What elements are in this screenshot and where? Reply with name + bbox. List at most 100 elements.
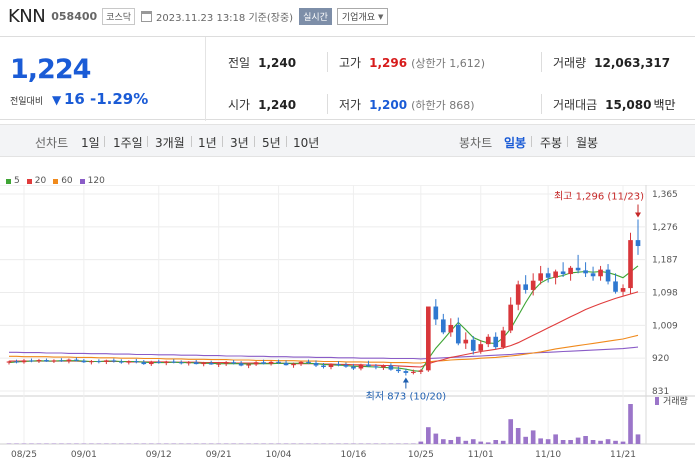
candle-body: [74, 359, 79, 361]
volume-bar: [545, 439, 551, 444]
x-tick-label: 10/25: [408, 450, 434, 460]
stat-open: 시가 1,240: [228, 96, 296, 113]
stat-value: 1,200: [369, 98, 408, 112]
period-3y[interactable]: 3년: [230, 134, 249, 151]
volume-bar: [448, 440, 454, 444]
volume-bar: [628, 404, 633, 444]
volume-bar: [530, 430, 536, 444]
stat-value: 1,240: [258, 98, 297, 112]
x-tick-label: 11/21: [610, 450, 636, 460]
stat-label: 거래대금: [553, 98, 598, 112]
candle-body: [583, 270, 588, 274]
candle-body: [590, 273, 596, 277]
stat-volume: 거래량 12,063,317: [553, 54, 670, 71]
candle-body: [628, 240, 633, 289]
divider: [191, 136, 192, 147]
volume-bar: [553, 434, 558, 444]
chart-toolbar: 선차트 1일 1주일 3개월 1년 3년 5년 10년 봉차트 일봉 주봉 월봉: [0, 124, 695, 157]
chart-grid: [0, 185, 695, 467]
candle-body: [231, 362, 236, 364]
period-10y[interactable]: 10년: [293, 134, 319, 151]
current-price-box: 1,224 전일대비 ▼ 16 -1.29%: [0, 37, 206, 121]
down-arrow-icon: ▼: [52, 93, 62, 107]
period-1y[interactable]: 1년: [198, 134, 217, 151]
candle-body: [560, 271, 566, 275]
high-annotation: 최고 1,296 (11/23): [554, 190, 644, 202]
candle-body: [261, 362, 266, 364]
divider: [327, 94, 328, 114]
low-annotation: 최저 873 (10/20): [366, 391, 447, 403]
candle-body: [141, 362, 147, 365]
candle-body: [253, 362, 259, 365]
lower-limit: (하한가 868): [411, 99, 475, 112]
candle-body: [470, 339, 476, 351]
candle-daily[interactable]: 일봉: [504, 134, 526, 151]
x-tick-label: 09/21: [206, 450, 232, 460]
x-tick-label: 09/12: [146, 450, 172, 460]
candle-body: [440, 319, 446, 333]
stat-high: 고가 1,296 (상한가 1,612): [339, 54, 485, 71]
y-tick-label: 920: [652, 354, 669, 364]
volume-bar: [508, 419, 514, 444]
candle-body: [104, 360, 109, 362]
stat-label: 전일: [228, 56, 251, 70]
change-value: 16: [64, 90, 85, 108]
candle-body: [351, 366, 356, 369]
candle-body: [283, 362, 289, 366]
candle-body: [448, 324, 454, 333]
candle-body: [201, 362, 207, 365]
candle-body: [223, 362, 229, 364]
candle-body: [238, 363, 244, 366]
candle-body: [343, 364, 349, 367]
candle-body: [51, 360, 57, 362]
candle-weekly[interactable]: 주봉: [540, 134, 562, 151]
candle-body: [313, 362, 319, 366]
company-overview-dropdown[interactable]: 기업개요 ▼: [336, 8, 389, 25]
period-3m[interactable]: 3개월: [155, 134, 185, 151]
candle-body: [388, 365, 394, 370]
volume-bar: [515, 428, 521, 444]
stat-prev-close: 전일 1,240: [228, 54, 296, 71]
candle-monthly[interactable]: 월봉: [576, 134, 598, 151]
candle-body: [186, 362, 192, 364]
candle-body: [171, 361, 177, 363]
candlestick-chart[interactable]: 거래량 1,3651,2761,1871,0981,009920831 08/2…: [0, 185, 695, 467]
market-badge: 코스닥: [102, 8, 136, 25]
stat-label: 시가: [228, 98, 251, 112]
candle-body: [148, 361, 154, 365]
volume-bar: [613, 440, 618, 444]
stat-label: 저가: [339, 98, 362, 112]
candle-body: [268, 361, 274, 364]
stat-amount: 거래대금 15,080 백만: [553, 96, 676, 113]
volume-bar: [470, 439, 476, 444]
period-1w[interactable]: 1주일: [113, 134, 143, 151]
period-5y[interactable]: 5년: [262, 134, 281, 151]
volume-bar: [426, 427, 431, 444]
line-chart-label: 선차트: [35, 136, 69, 150]
upper-limit: (상한가 1,612): [411, 57, 485, 70]
candle-body: [485, 336, 491, 345]
volume-bar: [605, 439, 611, 444]
candle-body: [216, 363, 221, 365]
candle-body: [336, 364, 341, 366]
volume-bar: [493, 440, 499, 444]
candle-body: [119, 361, 124, 363]
volume-bar: [440, 439, 446, 444]
candle-body: [605, 269, 611, 282]
candle-body: [523, 284, 528, 290]
candle-body: [291, 363, 296, 366]
period-1d[interactable]: 1일: [81, 134, 100, 151]
volume-bar: [485, 442, 491, 444]
date-text: 2023.11.23 13:18 기준(장중): [156, 13, 294, 24]
candle-body: [545, 273, 551, 278]
candle-body: [133, 361, 139, 363]
candle-chart-label: 봉차트: [459, 136, 493, 150]
x-tick-label: 08/25: [11, 450, 37, 460]
stock-header: KNN 058400 코스닥 2023.11.23 13:18 기준(장중) 실…: [0, 0, 695, 33]
candle-body: [29, 360, 34, 362]
candle-body: [455, 324, 461, 344]
divider: [147, 136, 148, 147]
candle-body: [433, 306, 439, 320]
candle-body: [418, 370, 424, 372]
realtime-button[interactable]: 실시간: [299, 8, 332, 25]
